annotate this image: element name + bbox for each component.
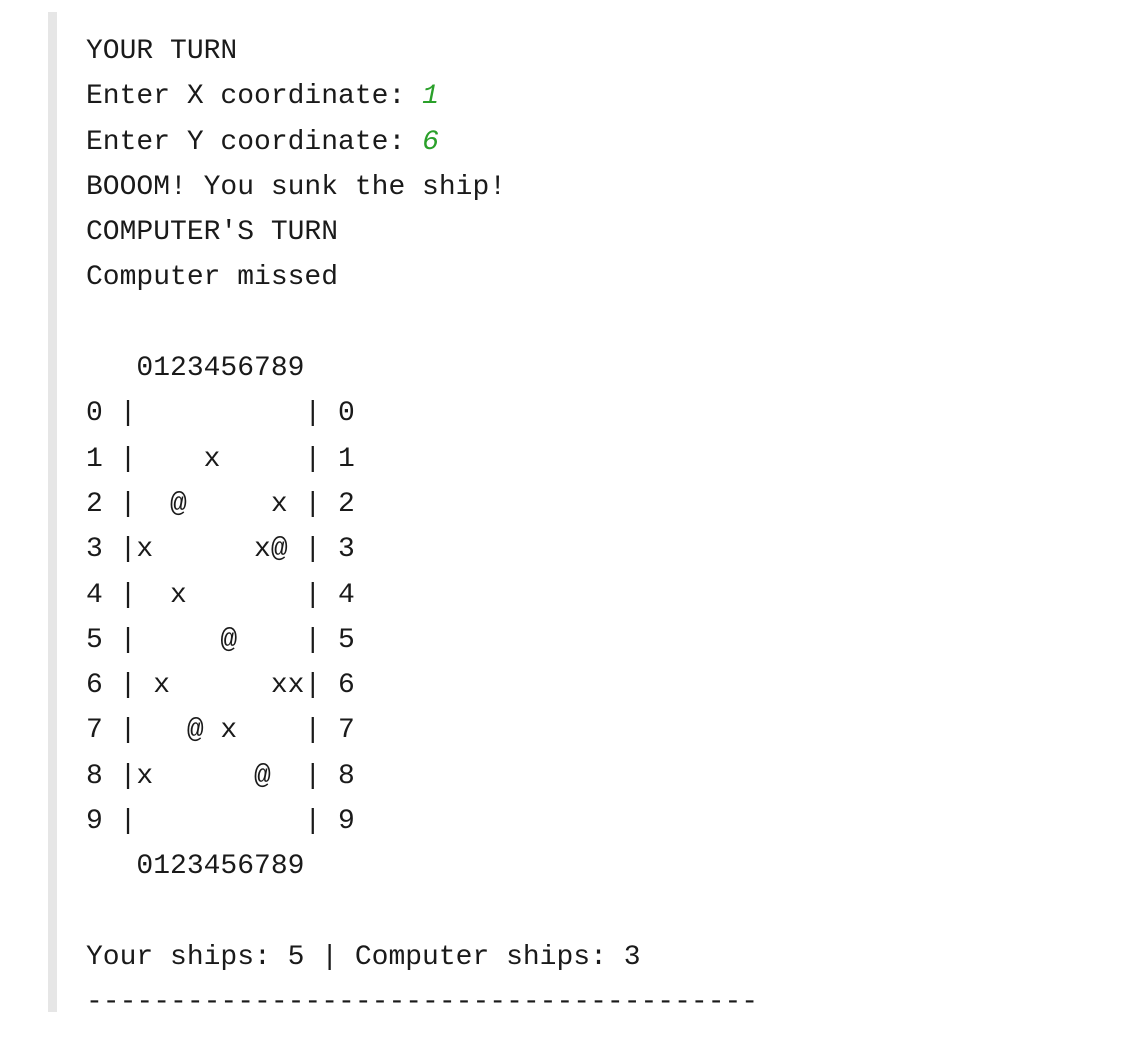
board-row: 2 | @ x | 2 xyxy=(86,488,355,520)
board-row: 3 |x x@ | 3 xyxy=(86,534,355,566)
x-coordinate-input[interactable]: 1 xyxy=(422,81,439,112)
console-lines: YOUR TURN Enter X coordinate: 1 Enter Y … xyxy=(86,29,758,1026)
board-row: 7 | @ x | 7 xyxy=(86,715,355,747)
computer-turn-header: COMPUTER'S TURN xyxy=(86,217,339,249)
board-row: 9 | | 9 xyxy=(86,806,355,838)
board-row: 8 |x @ | 8 xyxy=(86,760,355,792)
board-row: 6 | x xx| 6 xyxy=(86,670,355,702)
board-row: 0 | | 0 xyxy=(86,398,355,430)
hit-message: BOOOM! You sunk the ship! xyxy=(86,171,507,203)
console-output: YOUR TURN Enter X coordinate: 1 Enter Y … xyxy=(48,12,1108,1018)
x-coordinate-prompt: Enter X coordinate: xyxy=(86,81,423,113)
y-coordinate-prompt: Enter Y coordinate: xyxy=(86,126,423,158)
y-coordinate-line: Enter Y coordinate: 6 xyxy=(86,120,758,165)
computer-result: Computer missed xyxy=(86,262,339,294)
x-coordinate-line: Enter X coordinate: 1 xyxy=(86,74,758,119)
board-row: 4 | x | 4 xyxy=(86,579,355,611)
y-coordinate-input[interactable]: 6 xyxy=(422,127,439,158)
board-column-header-top: 0123456789 xyxy=(86,353,305,385)
board-row: 5 | @ | 5 xyxy=(86,624,355,656)
turn-header: YOUR TURN xyxy=(86,36,238,67)
status-line: Your ships: 5 | Computer ships: 3 xyxy=(86,941,641,973)
separator-line: ---------------------------------------- xyxy=(86,987,759,1019)
board-column-header-bottom: 0123456789 xyxy=(86,851,305,883)
board-row: 1 | x | 1 xyxy=(86,443,355,475)
